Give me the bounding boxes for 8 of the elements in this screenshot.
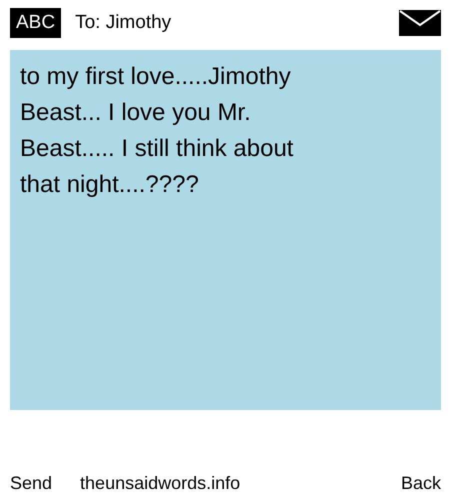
site-link[interactable]: theunsaidwords.info (80, 473, 240, 494)
recipient-label: To: Jimothy (75, 12, 172, 34)
back-button[interactable]: Back (400, 473, 441, 494)
message-area[interactable]: to my first love.....Jimothy Beast... I love you Mr. Beast..... I still think about that night....???? (10, 50, 441, 410)
send-button[interactable]: Send (10, 473, 52, 494)
envelope-icon[interactable] (399, 10, 441, 36)
keyboard-mode-label[interactable]: ABC (10, 8, 62, 38)
message-text: to my first love.....Jimothy Beast... I love you Mr. Beast..... I still think about that night....???? (20, 62, 294, 200)
